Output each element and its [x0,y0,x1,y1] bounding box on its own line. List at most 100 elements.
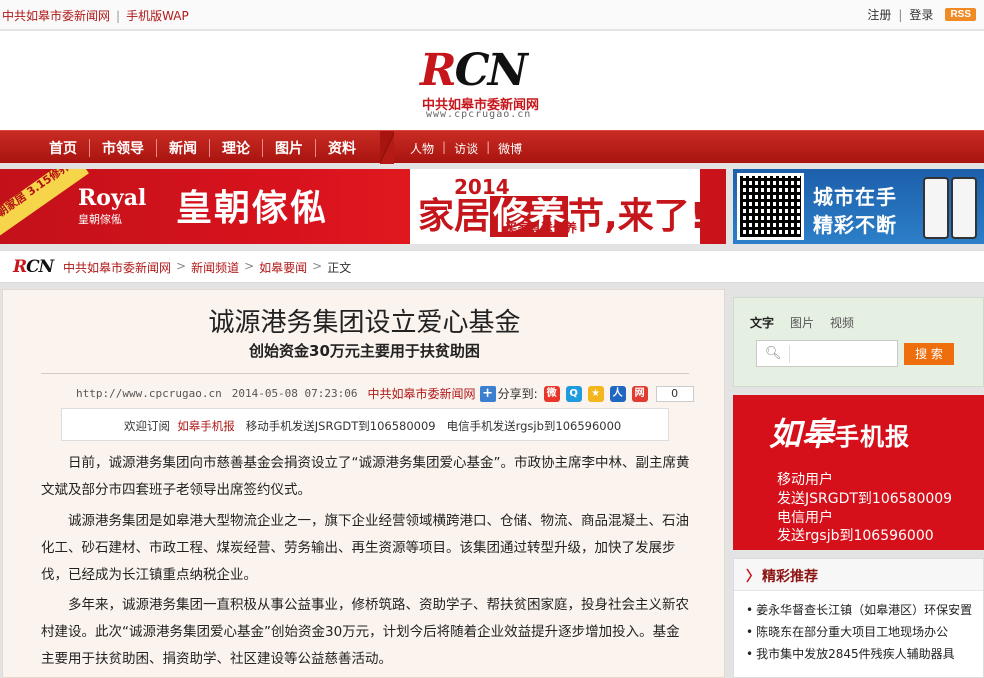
tencent-weibo-share-icon[interactable]: ★ [587,385,604,402]
site-header: RCN 中共如皋市委新闻网 www.cpcrugao.cn [0,31,984,130]
nav-sub-weibo[interactable]: 微博 [498,140,522,157]
phone-image [923,177,949,239]
chevron-right-icon: > [244,259,255,273]
recommended-item[interactable]: • 姜永华督查长江镇（如皋港区）环保安置 [746,601,972,618]
article-date: 2014-05-08 07:23:06 [231,387,358,400]
site-logo[interactable]: RCN 中共如皋市委新闻网 www.cpcrugao.cn [420,49,565,123]
article-meta: http://www.cpcrugao.cn 2014-05-08 07:23:… [76,385,694,402]
mobile-ad-line: 发送rgsjb到106596000 [777,528,934,544]
article-subtitle: 创始资金30万元主要用于扶贫助困 [249,342,480,360]
site-home-link[interactable]: 中共如皋市委新闻网 [2,9,110,23]
banner-corner-ribbon: 皇朝家居 3.15修养节 [0,169,89,237]
divider [789,345,790,363]
subscribe-box: 欢迎订阅 如皋手机报 移动手机发送JSRGDT到106580009 电信手机发送… [61,408,669,441]
mobile-news-ad[interactable]: 如皋手机报 移动用户 发送JSRGDT到106580009 电信用户 发送rgs… [733,395,984,550]
nav-sub-people[interactable]: 人物 [410,140,434,157]
nav-split-decoration [380,131,394,164]
qr-ad-line1: 城市在手 [813,185,897,209]
nav-divider [209,138,210,157]
mobile-ad-line: 移动用户 [777,472,833,488]
logo-url: www.cpcrugao.cn [426,109,532,120]
banner-brand: 皇朝傢俬 [176,188,329,229]
search-panel: 文字 图片 视频 🔍︎ 搜 索 [733,297,984,387]
rss-icon[interactable]: RSS [945,8,976,21]
weibo-share-icon[interactable]: 微 [543,385,560,402]
recommended-item[interactable]: • 我市集中发放2845件残疾人辅助器具 [746,645,955,662]
qr-app-ad[interactable]: 城市在手 精彩不断 [733,169,984,244]
tab-video[interactable]: 视频 [830,314,854,331]
main-nav: 首页 市领导 新闻 理论 图片 资料 人物 | 访谈 | 微博 [0,130,984,164]
share-plus-icon[interactable]: + [479,385,496,402]
banner-ad[interactable]: 皇朝家居 3.15修养节 Royal 皇朝傢俬 皇朝傢俬 2014 家居修养节,… [0,169,726,244]
share-count: 0 [655,385,694,402]
nav-sub-interview[interactable]: 访谈 [454,140,478,157]
recommended-panel: 〉 精彩推荐 • 姜永华督查长江镇（如皋港区）环保安置 • 陈晓东在部分重大项目工地… [733,558,984,678]
separator: | [486,140,491,154]
chevron-right-icon: 〉 [746,569,760,585]
breadcrumb-news-channel[interactable]: 新闻频道 [191,259,239,276]
nav-item-news[interactable]: 新闻 [160,138,206,158]
nav-item-theory[interactable]: 理论 [213,138,259,158]
mobile-ad-title: 如皋手机报 [769,415,911,453]
chevron-right-icon: > [176,259,187,273]
qzone-share-icon[interactable]: Q [565,385,582,402]
wap-link[interactable]: 手机版WAP [126,9,189,23]
subscribe-text: 欢迎订阅 如皋手机报 移动手机发送JSRGDT到106580009 电信手机发送… [124,419,622,433]
separator: | [442,140,447,154]
breadcrumb-logo: RCN [13,257,54,277]
separator: | [898,7,903,22]
breadcrumb-trail: 中共如皋市委新闻网 > 新闻频道 > 如皋要闻 > 正文 [63,259,351,276]
qr-code-image [737,173,804,240]
top-left-links: 中共如皋市委新闻网 | 手机版WAP [2,7,189,24]
top-bar: 中共如皋市委新闻网 | 手机版WAP 注册 | 登录 RSS [0,0,984,30]
register-link[interactable]: 注册 [867,6,891,23]
article-paragraph: 多年来，诚源港务集团一直积极从事公益事业，修桥筑路、资助学子、帮扶贫困家庭，投身… [41,597,689,667]
logo-mark: RCN [420,45,528,96]
article-url: http://www.cpcrugao.cn [76,387,222,400]
nav-item-home[interactable]: 首页 [40,138,86,158]
renren-share-icon[interactable]: 人 [609,385,626,402]
login-link[interactable]: 登录 [909,6,933,23]
account-links: 注册 | 登录 RSS [867,6,976,23]
nav-divider [315,138,316,157]
separator: | [116,9,121,23]
tab-text[interactable]: 文字 [750,314,774,331]
breadcrumb-rugao-news[interactable]: 如皋要闻 [259,259,307,276]
recommended-header: 〉 精彩推荐 [734,559,983,591]
nav-divider [89,138,90,157]
share-label: 分享到: [497,387,538,401]
nav-divider [262,138,263,157]
banner-royal-logo: Royal [78,185,147,211]
article-panel: 诚源港务集团设立爱心基金 创始资金30万元主要用于扶贫助困 http://www… [2,289,725,678]
mobile-ad-line: 发送JSRGDT到106580009 [777,491,953,507]
nav-main-items: 首页 市领导 新闻 理论 图片 资料 [40,131,365,164]
divider [41,373,689,374]
subscribe-link[interactable]: 如皋手机报 [177,419,235,433]
banner-royal-sub: 皇朝傢俬 [78,213,122,226]
nav-item-photos[interactable]: 图片 [266,138,312,158]
breadcrumb-home[interactable]: 中共如皋市委新闻网 [63,259,171,276]
recommended-title: 精彩推荐 [762,569,818,585]
phone-image [951,177,977,239]
search-button[interactable]: 搜 索 [904,343,954,365]
banner-sub: 买家具送保养 [505,221,578,235]
breadcrumb-current: 正文 [327,261,352,275]
qr-ad-line2: 精彩不断 [813,213,897,237]
nav-item-leaders[interactable]: 市领导 [93,138,153,158]
search-tabs: 文字 图片 视频 [750,314,870,331]
recommended-item[interactable]: • 陈晓东在部分重大项目工地现场办公 [746,623,948,640]
tab-images[interactable]: 图片 [790,314,814,331]
nav-sub-items: 人物 | 访谈 | 微博 [410,140,522,157]
breadcrumb: RCN 中共如皋市委新闻网 > 新闻频道 > 如皋要闻 > 正文 [0,250,984,283]
article-paragraph: 日前，诚源港务集团向市慈善基金会捐资设立了“诚源港务集团爱心基金”。市政协主席李… [41,455,690,498]
chevron-right-icon: > [312,259,323,273]
article-paragraph: 诚源港务集团是如皋港大型物流企业之一，旗下企业经营领域横跨港口、仓储、物流、商品… [41,513,689,583]
search-input[interactable]: 🔍︎ [756,340,898,367]
article-source[interactable]: 中共如皋市委新闻网 [368,385,476,402]
article-title: 诚源港务集团设立爱心基金 [208,308,521,338]
mobile-ad-line: 电信用户 [777,510,833,526]
search-icon: 🔍︎ [765,346,782,361]
nav-divider [156,138,157,157]
netease-share-icon[interactable]: 网 [631,385,648,402]
nav-item-archive[interactable]: 资料 [319,138,365,158]
